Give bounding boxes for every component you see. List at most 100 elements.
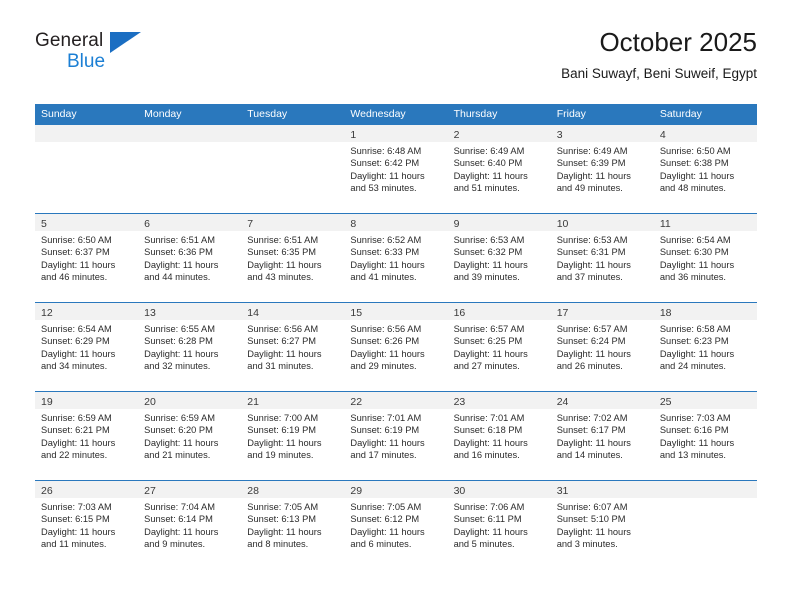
- sunrise-line: Sunrise: 7:02 AM: [556, 413, 628, 423]
- daylight-line: Daylight: 11 hours: [556, 348, 631, 359]
- day-sun-info: Sunrise: 6:56 AM Sunset: 6:26 PM Daylight:…: [344, 320, 447, 373]
- day-cell[interactable]: 24 Sunrise: 7:02 AM Sunset: 6:17 PM Dayligh…: [550, 392, 654, 480]
- daylight-line-cont: and 46 minutes.: [41, 272, 108, 283]
- day-cell-empty: [35, 125, 139, 213]
- day-number: 5: [41, 218, 47, 230]
- day-number: 25: [659, 396, 672, 408]
- day-cell[interactable]: 5 Sunrise: 6:50 AM Sunset: 6:37 PM Daylight…: [35, 214, 139, 302]
- day-number: 4: [659, 129, 666, 141]
- day-sun-info: Sunrise: 6:49 AM Sunset: 6:40 PM Daylight:…: [448, 142, 551, 195]
- daylight-line-cont: and 51 minutes.: [453, 183, 520, 194]
- day-cell[interactable]: 10 Sunrise: 6:53 AM Sunset: 6:31 PM Dayligh…: [550, 214, 654, 302]
- day-cell[interactable]: 16 Sunrise: 6:57 AM Sunset: 6:25 PM Dayligh…: [447, 303, 551, 391]
- day-cell[interactable]: 4 Sunrise: 6:50 AM Sunset: 6:38 PM Daylight…: [653, 125, 757, 213]
- day-number: 28: [247, 485, 259, 497]
- day-cell[interactable]: 9 Sunrise: 6:53 AM Sunset: 6:32 PM Daylight…: [447, 214, 551, 302]
- sunrise-line: Sunrise: 6:57 AM: [453, 324, 525, 334]
- daylight-line-cont: and 5 minutes.: [453, 539, 515, 550]
- day-cell[interactable]: 12 Sunrise: 6:54 AM Sunset: 6:29 PM Dayligh…: [35, 303, 139, 391]
- calendar-week-row: 19 Sunrise: 6:59 AM Sunset: 6:21 PM Dayligh…: [35, 391, 757, 480]
- sunset-line: Sunset: 5:10 PM: [556, 514, 626, 525]
- sunrise-line: Sunrise: 6:55 AM: [144, 324, 215, 334]
- daylight-line-cont: and 22 minutes.: [41, 450, 108, 461]
- daylight-line-cont: and 3 minutes.: [556, 539, 618, 550]
- day-number: 24: [556, 396, 569, 408]
- daylight-line: Daylight: 11 hours: [350, 348, 425, 359]
- day-number: 12: [41, 307, 53, 319]
- day-cell[interactable]: 11 Sunrise: 6:54 AM Sunset: 6:30 PM Dayligh…: [653, 214, 757, 302]
- day-cell[interactable]: 15 Sunrise: 6:56 AM Sunset: 6:26 PM Dayligh…: [344, 303, 448, 391]
- day-cell[interactable]: 31 Sunrise: 6:07 AM Sunset: 5:10 PM Dayligh…: [550, 481, 654, 569]
- day-cell[interactable]: 8 Sunrise: 6:52 AM Sunset: 6:33 PM Daylight…: [344, 214, 448, 302]
- sunset-line: Sunset: 6:36 PM: [144, 247, 213, 258]
- sunrise-line: Sunrise: 7:05 AM: [350, 502, 422, 512]
- day-number: 19: [41, 396, 53, 408]
- day-number: 10: [556, 218, 569, 230]
- sunrise-line: Sunrise: 6:50 AM: [41, 235, 112, 245]
- day-number-band: 17: [550, 303, 654, 320]
- sunrise-line: Sunrise: 6:49 AM: [453, 146, 525, 156]
- day-cell[interactable]: 7 Sunrise: 6:51 AM Sunset: 6:35 PM Daylight…: [241, 214, 345, 302]
- daylight-line: Daylight: 11 hours: [659, 437, 735, 448]
- sunrise-line: Sunrise: 6:51 AM: [144, 235, 215, 245]
- day-cell[interactable]: 1 Sunrise: 6:48 AM Sunset: 6:42 PM Daylight…: [344, 125, 448, 213]
- sunset-line: Sunset: 6:16 PM: [659, 425, 729, 436]
- day-cell[interactable]: 27 Sunrise: 7:04 AM Sunset: 6:14 PM Dayligh…: [138, 481, 242, 569]
- weekday-header-tuesday: Tuesday: [247, 108, 288, 120]
- sunrise-line: Sunrise: 6:54 AM: [659, 235, 731, 245]
- day-cell[interactable]: 30 Sunrise: 7:06 AM Sunset: 6:11 PM Dayligh…: [447, 481, 551, 569]
- daylight-line-cont: and 8 minutes.: [247, 539, 309, 550]
- sunrise-line: Sunrise: 6:56 AM: [350, 324, 422, 334]
- daylight-line-cont: and 14 minutes.: [556, 450, 623, 461]
- day-cell[interactable]: 6 Sunrise: 6:51 AM Sunset: 6:36 PM Daylight…: [138, 214, 242, 302]
- sunset-line: Sunset: 6:42 PM: [350, 158, 420, 169]
- day-number-band: 20: [138, 392, 242, 409]
- daylight-line: Daylight: 11 hours: [556, 259, 631, 270]
- day-cell[interactable]: 21 Sunrise: 7:00 AM Sunset: 6:19 PM Dayligh…: [241, 392, 345, 480]
- day-cell[interactable]: 20 Sunrise: 6:59 AM Sunset: 6:20 PM Dayligh…: [138, 392, 242, 480]
- day-number-band: 27: [138, 481, 242, 498]
- calendar-grid: Sunday Monday Tuesday Wednesday Thursday…: [35, 104, 757, 569]
- calendar-page: General Blue October 2025 Bani Suwayf, B…: [0, 0, 792, 612]
- day-cell[interactable]: 14 Sunrise: 6:56 AM Sunset: 6:27 PM Dayligh…: [241, 303, 345, 391]
- day-cell[interactable]: 28 Sunrise: 7:05 AM Sunset: 6:13 PM Dayligh…: [241, 481, 345, 569]
- day-number: 6: [144, 218, 150, 230]
- day-cell-empty: [138, 125, 242, 213]
- day-cell-empty: [653, 481, 757, 569]
- day-number: 23: [453, 396, 466, 408]
- day-cell[interactable]: 22 Sunrise: 7:01 AM Sunset: 6:19 PM Dayligh…: [344, 392, 448, 480]
- day-number-band: [653, 481, 757, 498]
- daylight-line-cont: and 31 minutes.: [247, 361, 314, 372]
- day-cell[interactable]: 2 Sunrise: 6:49 AM Sunset: 6:40 PM Daylight…: [447, 125, 551, 213]
- day-number-band: 28: [241, 481, 345, 498]
- day-number: 17: [556, 307, 569, 319]
- day-sun-info: Sunrise: 6:56 AM Sunset: 6:27 PM Daylight:…: [241, 320, 344, 373]
- sunrise-line: Sunrise: 6:53 AM: [453, 235, 525, 245]
- day-number-band: 15: [344, 303, 448, 320]
- sunset-line: Sunset: 6:19 PM: [350, 425, 420, 436]
- day-cell[interactable]: 18 Sunrise: 6:58 AM Sunset: 6:23 PM Dayligh…: [653, 303, 757, 391]
- day-number-band: 4: [653, 125, 757, 142]
- day-cell[interactable]: 19 Sunrise: 6:59 AM Sunset: 6:21 PM Dayligh…: [35, 392, 139, 480]
- daylight-line-cont: and 29 minutes.: [350, 361, 417, 372]
- day-cell[interactable]: 3 Sunrise: 6:49 AM Sunset: 6:39 PM Daylight…: [550, 125, 654, 213]
- day-cell[interactable]: 13 Sunrise: 6:55 AM Sunset: 6:28 PM Dayligh…: [138, 303, 242, 391]
- day-cell[interactable]: 17 Sunrise: 6:57 AM Sunset: 6:24 PM Dayligh…: [550, 303, 654, 391]
- day-cell[interactable]: 25 Sunrise: 7:03 AM Sunset: 6:16 PM Dayligh…: [653, 392, 757, 480]
- sunset-line: Sunset: 6:38 PM: [659, 158, 729, 169]
- day-number: 27: [144, 485, 156, 497]
- day-sun-info: Sunrise: 7:04 AM Sunset: 6:14 PM Daylight:…: [138, 498, 241, 551]
- day-cell[interactable]: 29 Sunrise: 7:05 AM Sunset: 6:12 PM Dayligh…: [344, 481, 448, 569]
- weekday-header-row: Sunday Monday Tuesday Wednesday Thursday…: [35, 104, 757, 125]
- sunrise-line: Sunrise: 7:05 AM: [247, 502, 319, 512]
- day-number-band: 10: [550, 214, 654, 231]
- day-number: 18: [659, 307, 672, 319]
- daylight-line-cont: and 21 minutes.: [144, 450, 211, 461]
- daylight-line-cont: and 34 minutes.: [41, 361, 108, 372]
- weekday-header-monday: Monday: [144, 108, 182, 120]
- sunrise-line: Sunrise: 6:58 AM: [659, 324, 731, 334]
- sunrise-line: Sunrise: 7:03 AM: [659, 413, 731, 423]
- day-cell[interactable]: 26 Sunrise: 7:03 AM Sunset: 6:15 PM Dayligh…: [35, 481, 139, 569]
- day-sun-info: Sunrise: 6:52 AM Sunset: 6:33 PM Daylight:…: [344, 231, 447, 284]
- day-cell[interactable]: 23 Sunrise: 7:01 AM Sunset: 6:18 PM Dayligh…: [447, 392, 551, 480]
